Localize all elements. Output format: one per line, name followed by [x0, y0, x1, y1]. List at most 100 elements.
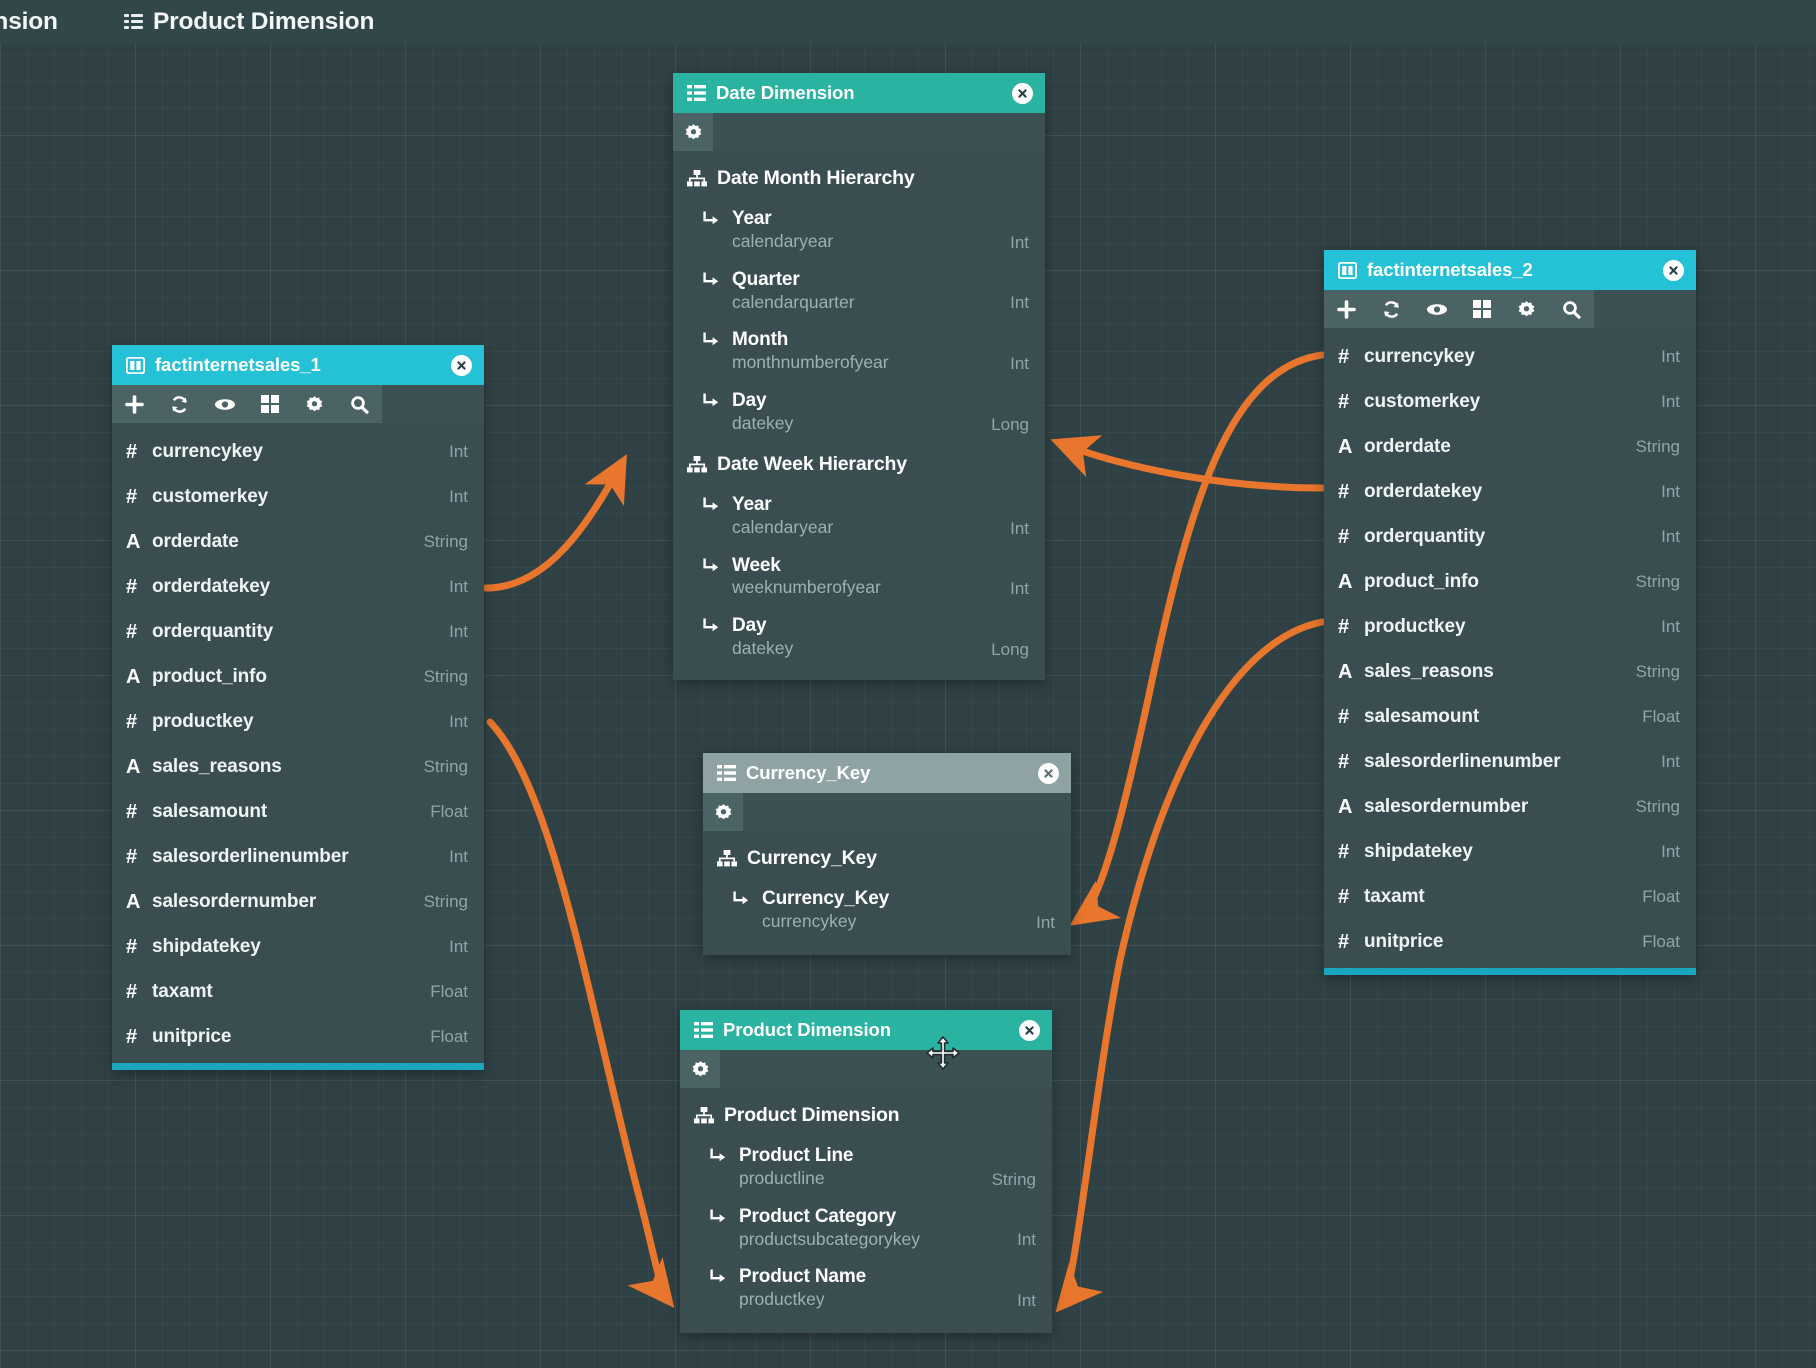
panel-toolbar[interactable] [673, 113, 1045, 151]
level-arrow-icon [703, 332, 720, 352]
close-icon[interactable] [451, 354, 472, 376]
hierarchy-header[interactable]: Date Week Hierarchy [673, 443, 1045, 486]
refresh-icon[interactable] [157, 385, 202, 423]
table-row[interactable]: # shipdatekey Int [1324, 829, 1696, 874]
gear-icon[interactable] [1504, 290, 1549, 328]
table-row[interactable]: Asales_reasons String [1324, 649, 1696, 694]
level-column: calendaryear [732, 516, 834, 537]
hierarchy-level[interactable]: Product Category productsubcategorykey Int [680, 1198, 1052, 1259]
close-icon[interactable] [1012, 82, 1033, 104]
hierarchy-level[interactable]: Month monthnumberofyear Int [673, 321, 1045, 382]
hierarchy-level[interactable]: Product Name productkey Int [680, 1258, 1052, 1319]
table-row[interactable]: Asales_reasons String [112, 744, 484, 789]
panel-header[interactable]: factinternetsales_2 [1324, 250, 1696, 290]
hierarchy-level[interactable]: Year calendaryear Int [673, 486, 1045, 547]
level-text: Year calendaryear [732, 208, 1000, 253]
table-row[interactable]: # salesamount Float [112, 789, 484, 834]
gear-icon[interactable] [703, 793, 743, 831]
table-row[interactable]: Asalesordernumber String [112, 879, 484, 924]
table-row[interactable]: # taxamt Float [112, 969, 484, 1014]
hierarchy-header[interactable]: Currency_Key [703, 837, 1071, 880]
hierarchy-header[interactable]: Date Month Hierarchy [673, 157, 1045, 200]
table-row[interactable]: # orderdatekey Int [112, 564, 484, 609]
level-text: Day datekey [732, 390, 981, 435]
eye-icon[interactable] [202, 385, 247, 423]
table-row[interactable]: # salesorderlinenumber Int [112, 834, 484, 879]
hierarchy-level[interactable]: Year calendaryear Int [673, 200, 1045, 261]
panel-toolbar[interactable] [1324, 290, 1696, 328]
refresh-icon[interactable] [1369, 290, 1414, 328]
table-row[interactable]: # customerkey Int [112, 474, 484, 519]
table-row[interactable]: # unitprice Float [1324, 919, 1696, 964]
panel-header[interactable]: Product Dimension [680, 1010, 1052, 1050]
close-icon[interactable] [1038, 762, 1059, 784]
field-type: Float [1642, 931, 1680, 951]
close-icon[interactable] [1663, 259, 1684, 281]
hierarchy-level[interactable]: Product Line productline String [680, 1137, 1052, 1198]
level-type: String [991, 1169, 1036, 1189]
panel-header[interactable]: Date Dimension [673, 73, 1045, 113]
hierarchy-level[interactable]: Week weeknumberofyear Int [673, 547, 1045, 608]
table-row[interactable]: # currencykey Int [112, 429, 484, 474]
table-row[interactable]: Aorderdate String [1324, 424, 1696, 469]
table-row[interactable]: # salesorderlinenumber Int [1324, 739, 1696, 784]
add-icon[interactable] [112, 385, 157, 423]
table-row[interactable]: # unitprice Float [112, 1014, 484, 1059]
table-row[interactable]: # orderdatekey Int [1324, 469, 1696, 514]
panel-toolbar[interactable] [703, 793, 1071, 831]
table-row[interactable]: Aorderdate String [112, 519, 484, 564]
table-row[interactable]: Aproduct_info String [112, 654, 484, 699]
level-arrow-icon [710, 1209, 727, 1229]
tab-product-dimension[interactable]: Product Dimension [110, 0, 388, 43]
table-row[interactable]: # currencykey Int [1324, 334, 1696, 379]
gear-icon[interactable] [673, 113, 713, 151]
numeric-type-icon: # [1338, 750, 1350, 773]
table-row[interactable]: # shipdatekey Int [112, 924, 484, 969]
tab-dimension-truncated[interactable]: ension [0, 0, 72, 43]
panel-date-dimension[interactable]: Date Dimension Date Month Hierarchy Year c… [673, 73, 1045, 681]
panel-product-dimension[interactable]: Product Dimension Product Dimension Produ… [680, 1010, 1052, 1334]
table-row[interactable]: # taxamt Float [1324, 874, 1696, 919]
search-icon[interactable] [337, 385, 382, 423]
level-title: Product Name [739, 1266, 867, 1288]
field-name: salesorderlinenumber [1364, 750, 1561, 772]
table-row[interactable]: # orderquantity Int [112, 609, 484, 654]
level-arrow-icon [710, 1269, 727, 1289]
add-icon[interactable] [1324, 290, 1369, 328]
panel-factinternetsales-1[interactable]: factinternetsales_1 # currencykey Int # … [112, 345, 484, 1070]
hierarchy-level[interactable]: Quarter calendarquarter Int [673, 261, 1045, 322]
panel-header[interactable]: factinternetsales_1 [112, 345, 484, 385]
level-title: Quarter [732, 268, 800, 290]
panel-header[interactable]: Currency_Key [703, 753, 1071, 793]
field-type: Int [449, 711, 468, 731]
panel-toolbar[interactable] [112, 385, 484, 423]
table-row[interactable]: Aproduct_info String [1324, 559, 1696, 604]
panel-toolbar[interactable] [680, 1050, 1052, 1088]
search-icon[interactable] [1549, 290, 1594, 328]
tab-bar[interactable]: ension Product Dimension [0, 0, 1816, 43]
level-arrow-icon [703, 393, 720, 413]
grid-icon[interactable] [1459, 290, 1504, 328]
field-name: orderdate [152, 530, 239, 552]
table-row[interactable]: Asalesordernumber String [1324, 784, 1696, 829]
hierarchy-level[interactable]: Day datekey Long [673, 382, 1045, 443]
table-row[interactable]: # productkey Int [112, 699, 484, 744]
eye-icon[interactable] [1414, 290, 1459, 328]
table-row[interactable]: # orderquantity Int [1324, 514, 1696, 559]
level-column: monthnumberofyear [732, 352, 889, 373]
close-icon[interactable] [1019, 1019, 1040, 1041]
table-row[interactable]: # productkey Int [1324, 604, 1696, 649]
table-row[interactable]: # salesamount Float [1324, 694, 1696, 739]
gear-icon[interactable] [292, 385, 337, 423]
gear-icon[interactable] [680, 1050, 720, 1088]
toolbar-spacer [713, 113, 1045, 151]
hierarchy-level[interactable]: Day datekey Long [673, 607, 1045, 668]
hierarchy-level[interactable]: Currency_Key currencykey Int [703, 880, 1071, 941]
hierarchy-header[interactable]: Product Dimension [680, 1094, 1052, 1137]
level-type: Int [1010, 518, 1029, 538]
panel-factinternetsales-2[interactable]: factinternetsales_2 # currencykey Int # … [1324, 250, 1696, 975]
panel-currency-key[interactable]: Currency_Key Currency_Key Currency_Key cur… [703, 753, 1071, 955]
table-row[interactable]: # customerkey Int [1324, 379, 1696, 424]
model-canvas[interactable]: ension Product Dimension factinternetsal… [0, 0, 1816, 1368]
grid-icon[interactable] [247, 385, 292, 423]
